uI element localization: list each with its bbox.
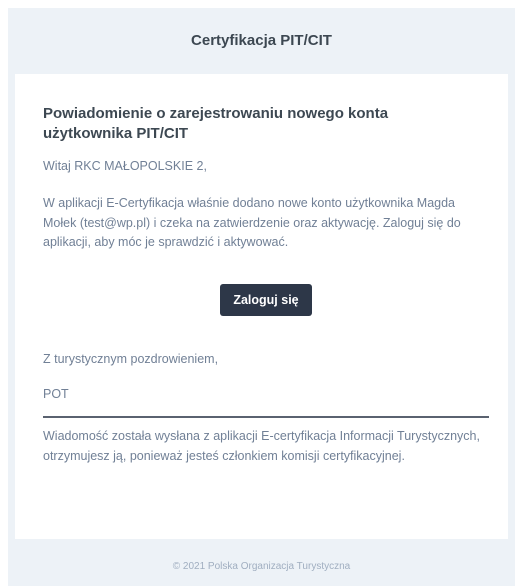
footer-copyright: © 2021 Polska Organizacja Turystyczna	[172, 561, 351, 572]
header-title: Certyfikacja PIT/CIT	[191, 31, 332, 49]
email-card: Powiadomienie o zarejestrowaniu nowego k…	[15, 74, 508, 539]
notice-text: Wiadomość została wysłana z aplikacji E-…	[43, 429, 480, 463]
closing-text: Z turystycznym pozdrowieniem,	[43, 352, 219, 366]
greeting-text: Witaj RKC MAŁOPOLSKIE 2,	[43, 159, 207, 173]
divider	[43, 416, 489, 418]
login-button[interactable]: Zaloguj się	[220, 284, 312, 316]
email-wrapper: Certyfikacja PIT/CIT Powiadomienie o zar…	[8, 8, 515, 586]
signature-text: POT	[43, 387, 69, 401]
email-header: Certyfikacja PIT/CIT	[8, 8, 515, 72]
button-row: Zaloguj się	[43, 284, 489, 316]
email-heading: Powiadomienie o zarejestrowaniu nowego k…	[43, 105, 389, 142]
body-text: W aplikacji E-Certyfikacja właśnie dodan…	[43, 196, 461, 249]
